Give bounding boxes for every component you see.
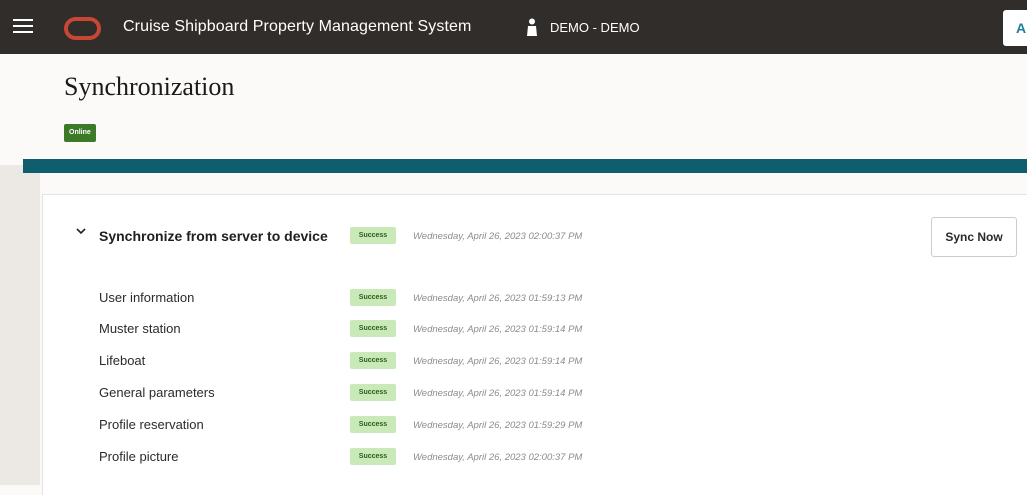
group-timestamp: Wednesday, April 26, 2023 02:00:37 PM [413,231,583,242]
list-item-status-badge: Success [350,352,396,369]
list-item-timestamp: Wednesday, April 26, 2023 01:59:14 PM [413,324,583,335]
sync-now-button[interactable]: Sync Now [931,217,1017,257]
list-item-label: Lifeboat [99,353,146,368]
chevron-down-icon[interactable] [76,226,86,236]
avatar-button[interactable]: A [1003,10,1027,46]
list-item-timestamp: Wednesday, April 26, 2023 01:59:14 PM [413,356,583,367]
group-status-badge: Success [350,227,396,244]
section-divider-band [23,159,1027,173]
list-item-status-badge: Success [350,384,396,401]
hamburger-menu-icon[interactable] [13,18,33,34]
list-item-label: Muster station [99,321,181,336]
list-item-label: User information [99,290,195,305]
online-status-badge: Online [64,124,96,142]
list-item-timestamp: Wednesday, April 26, 2023 01:59:13 PM [413,293,583,304]
list-item-label: General parameters [99,385,215,400]
list-item-timestamp: Wednesday, April 26, 2023 01:59:29 PM [413,420,583,431]
group-title[interactable]: Synchronize from server to device [99,228,328,244]
list-item-status-badge: Success [350,289,396,306]
app-title: Cruise Shipboard Property Management Sys… [123,18,472,35]
user-icon [527,18,537,36]
page-title: Synchronization [64,72,235,101]
list-item-status-badge: Success [350,416,396,433]
user-label[interactable]: DEMO - DEMO [550,20,640,35]
left-background-panel [0,165,40,485]
oracle-logo-icon [64,17,101,40]
list-item-timestamp: Wednesday, April 26, 2023 02:00:37 PM [413,452,583,463]
list-item-label: Profile picture [99,449,179,464]
list-item-timestamp: Wednesday, April 26, 2023 01:59:14 PM [413,388,583,399]
top-bar: Cruise Shipboard Property Management Sys… [0,0,1027,54]
list-item-label: Profile reservation [99,417,204,432]
list-item-status-badge: Success [350,320,396,337]
list-item-status-badge: Success [350,448,396,465]
